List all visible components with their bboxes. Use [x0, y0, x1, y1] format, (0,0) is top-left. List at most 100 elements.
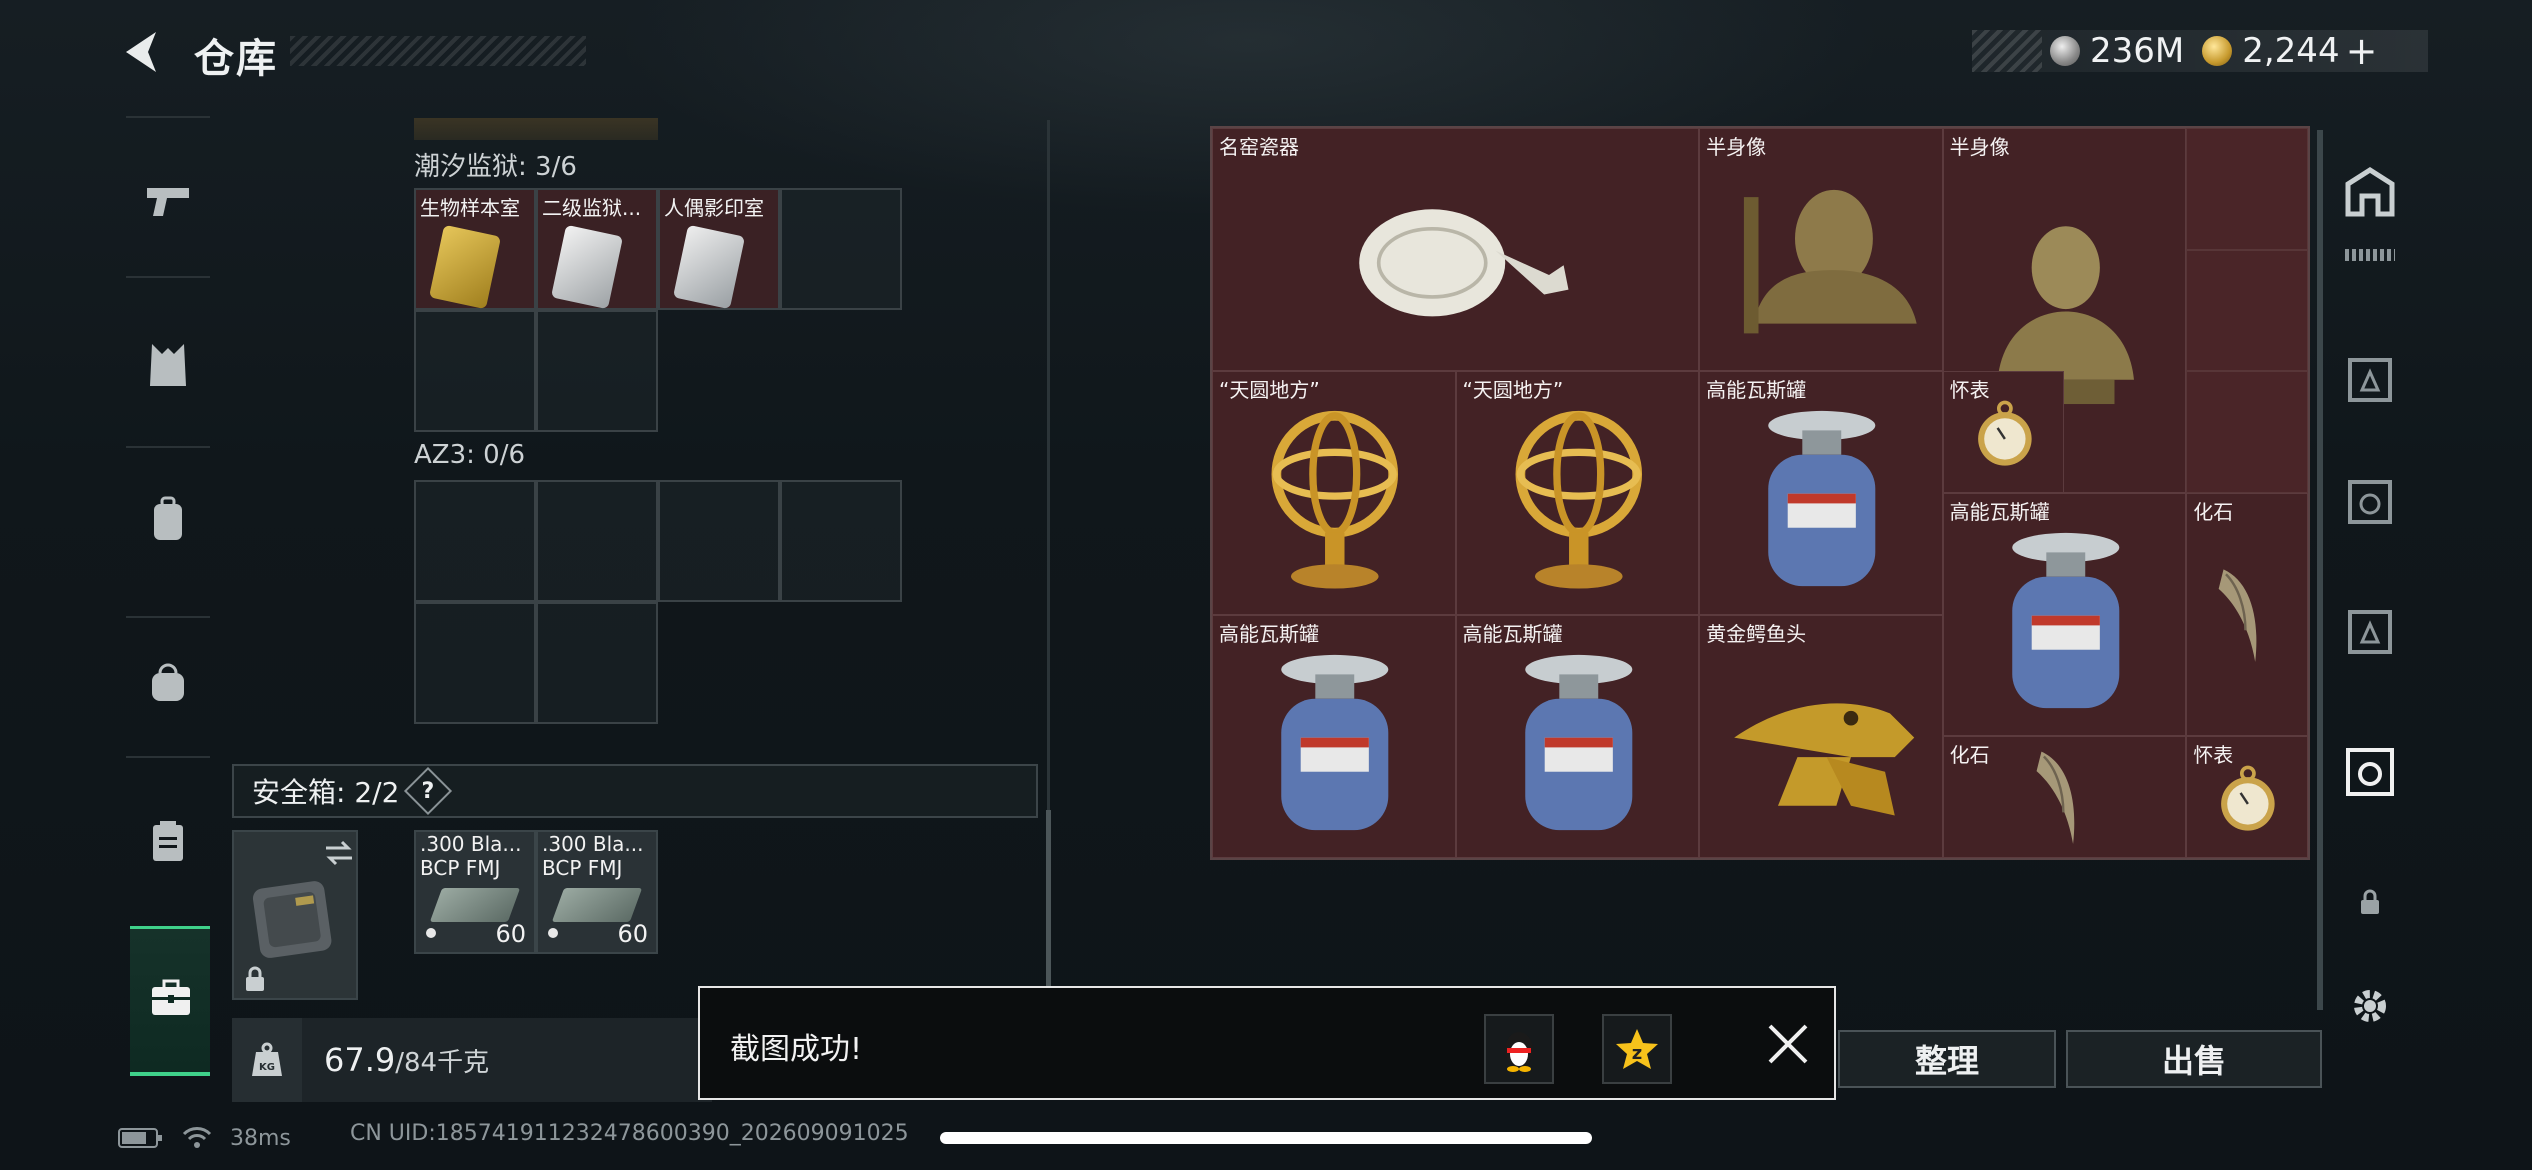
stash-tabs	[2330, 140, 2410, 1060]
gas-icon	[1524, 654, 1632, 830]
uid-text: CN UID:18574191123247860039​0_2026090910…	[350, 1121, 909, 1146]
stash-item-fossil[interactable]: 化石	[1942, 736, 2187, 858]
stash-item-armillary[interactable]: “天圆地方”	[1455, 371, 1700, 615]
home-vault-icon	[2345, 167, 2395, 217]
tab-stash-overview[interactable]	[2338, 160, 2402, 224]
add-currency-button[interactable]: +	[2346, 29, 2378, 73]
card-slot[interactable]: 二级监狱...	[536, 188, 658, 310]
lock-icon	[246, 966, 264, 991]
gas-icon	[1768, 411, 1876, 587]
empty-slot[interactable]	[414, 602, 536, 724]
settings-button[interactable]	[2338, 974, 2402, 1038]
sidebar-item-safebox[interactable]	[130, 926, 210, 1076]
stash-item-gas[interactable]: 高能瓦斯罐	[1212, 614, 1456, 858]
stash-item-gas[interactable]: 高能瓦斯罐	[1699, 371, 1943, 615]
bag-icon	[152, 663, 184, 701]
empty-slot[interactable]	[780, 188, 902, 310]
stash-item-armillary[interactable]: “天圆地方”	[1212, 371, 1456, 615]
swap-icon[interactable]	[324, 840, 354, 866]
sidebar-item-vest[interactable]	[118, 330, 218, 400]
empty-slot[interactable]	[658, 480, 780, 602]
silver-coin-icon	[2050, 36, 2080, 66]
ammo-indicator	[548, 928, 558, 938]
empty-slot[interactable]	[536, 602, 658, 724]
prison-card-grid: 生物样本室 二级监狱... 人偶影印室	[414, 188, 902, 434]
help-button[interactable]: ?	[404, 766, 453, 816]
svg-text:KG: KG	[259, 1062, 275, 1073]
tab-stash-2[interactable]	[2338, 348, 2402, 412]
card-label: 人偶影印室	[664, 196, 764, 220]
share-qq-button[interactable]	[1484, 1014, 1554, 1084]
empty-slot[interactable]	[780, 480, 902, 602]
tab-stash-4[interactable]	[2338, 600, 2402, 664]
backpack-icon	[154, 496, 182, 540]
screenshot-toast: 截图成功! z	[698, 986, 1836, 1100]
sort-button[interactable]: 整理	[1838, 1030, 2056, 1088]
sidebar-item-backpack[interactable]	[118, 484, 218, 554]
ammo-box-icon	[551, 888, 643, 922]
ammo-slot[interactable]: .300 Bla... BCP FMJ 60	[414, 830, 536, 954]
empty-slot[interactable]	[536, 480, 658, 602]
qzone-star-icon: z	[1616, 1029, 1658, 1069]
home-indicator[interactable]	[940, 1132, 1592, 1144]
empty-slot[interactable]	[414, 310, 536, 432]
stash-scrollbar[interactable]	[2317, 130, 2323, 1010]
sell-button[interactable]: 出售	[2066, 1030, 2322, 1088]
stash-cell[interactable]	[2186, 128, 2308, 250]
safe-box-slot[interactable]	[232, 830, 358, 1000]
stash-item-fossil[interactable]: 化石	[2186, 493, 2308, 737]
keycard-icon	[428, 224, 502, 310]
ammo-slot[interactable]: .300 Bla... BCP FMJ 60	[536, 830, 658, 954]
stash-cell[interactable]	[2186, 371, 2308, 493]
ammo-name: .300 Bla... BCP FMJ	[542, 832, 644, 880]
stash-page-icon	[2348, 480, 2392, 524]
ammo-indicator	[426, 928, 436, 938]
currency-bar: 236M 2,244 +	[1972, 29, 2428, 73]
sidebar-item-bag[interactable]	[118, 646, 218, 716]
sidebar-item-weapon[interactable]	[118, 166, 218, 236]
card-slot[interactable]: 生物样本室	[414, 188, 536, 310]
section-title-az3: AZ3: 0/6	[414, 440, 526, 470]
qq-penguin-icon	[1505, 1032, 1533, 1072]
sidebar-divider	[126, 116, 210, 118]
stash-cell[interactable]	[2186, 249, 2308, 372]
stash-item-bust-bronze[interactable]: 半身像	[1699, 128, 1943, 372]
inventory-scroll-thumb[interactable]	[1046, 810, 1051, 990]
stash-page-icon	[2348, 358, 2392, 402]
share-qzone-button[interactable]: z	[1602, 1014, 1672, 1084]
currency-silver: 236M	[2050, 31, 2184, 71]
gold-coin-icon	[2202, 36, 2233, 66]
weight-indicator: KG 67.9/84千克	[232, 1018, 712, 1102]
tab-separator	[2338, 240, 2402, 270]
vase-icon	[1359, 209, 1569, 317]
stash-item-watch[interactable]: 怀表	[1942, 371, 2065, 493]
close-icon[interactable]	[1758, 1014, 1818, 1074]
gear-icon	[2354, 990, 2386, 1022]
back-arrow-icon[interactable]	[118, 28, 168, 76]
sidebar-divider	[126, 756, 210, 758]
keycard-icon	[672, 224, 746, 310]
stash-item-gas[interactable]: 高能瓦斯罐	[1942, 493, 2187, 737]
keycard-icon	[550, 224, 624, 310]
stash-item-croc[interactable]: 黄金鳄鱼头	[1699, 614, 1943, 858]
weight-text: 67.9/84千克	[324, 1041, 489, 1079]
currency-gold: 2,244 +	[2202, 29, 2377, 73]
stash-item-gas[interactable]: 高能瓦斯罐	[1455, 614, 1700, 858]
empty-slot[interactable]	[414, 480, 536, 602]
az3-card-grid	[414, 480, 902, 726]
tab-stash-3[interactable]	[2338, 470, 2402, 534]
stash-item-vase[interactable]: 名窑瓷器	[1212, 128, 1700, 372]
battery-icon	[118, 1128, 162, 1148]
sidebar-item-case[interactable]	[118, 806, 218, 876]
empty-slot[interactable]	[536, 310, 658, 432]
stash-item-watch[interactable]: 怀表	[2186, 736, 2308, 858]
sidebar-divider	[126, 276, 210, 278]
partial-item-top	[414, 118, 658, 140]
gas-icon	[2011, 532, 2119, 709]
fossil-icon	[2218, 569, 2257, 662]
tab-stash-5-active[interactable]	[2338, 740, 2402, 804]
toast-message: 截图成功!	[730, 1032, 863, 1067]
card-label: 生物样本室	[420, 196, 520, 220]
pistol-icon	[147, 188, 189, 216]
card-slot[interactable]: 人偶影印室	[658, 188, 780, 310]
